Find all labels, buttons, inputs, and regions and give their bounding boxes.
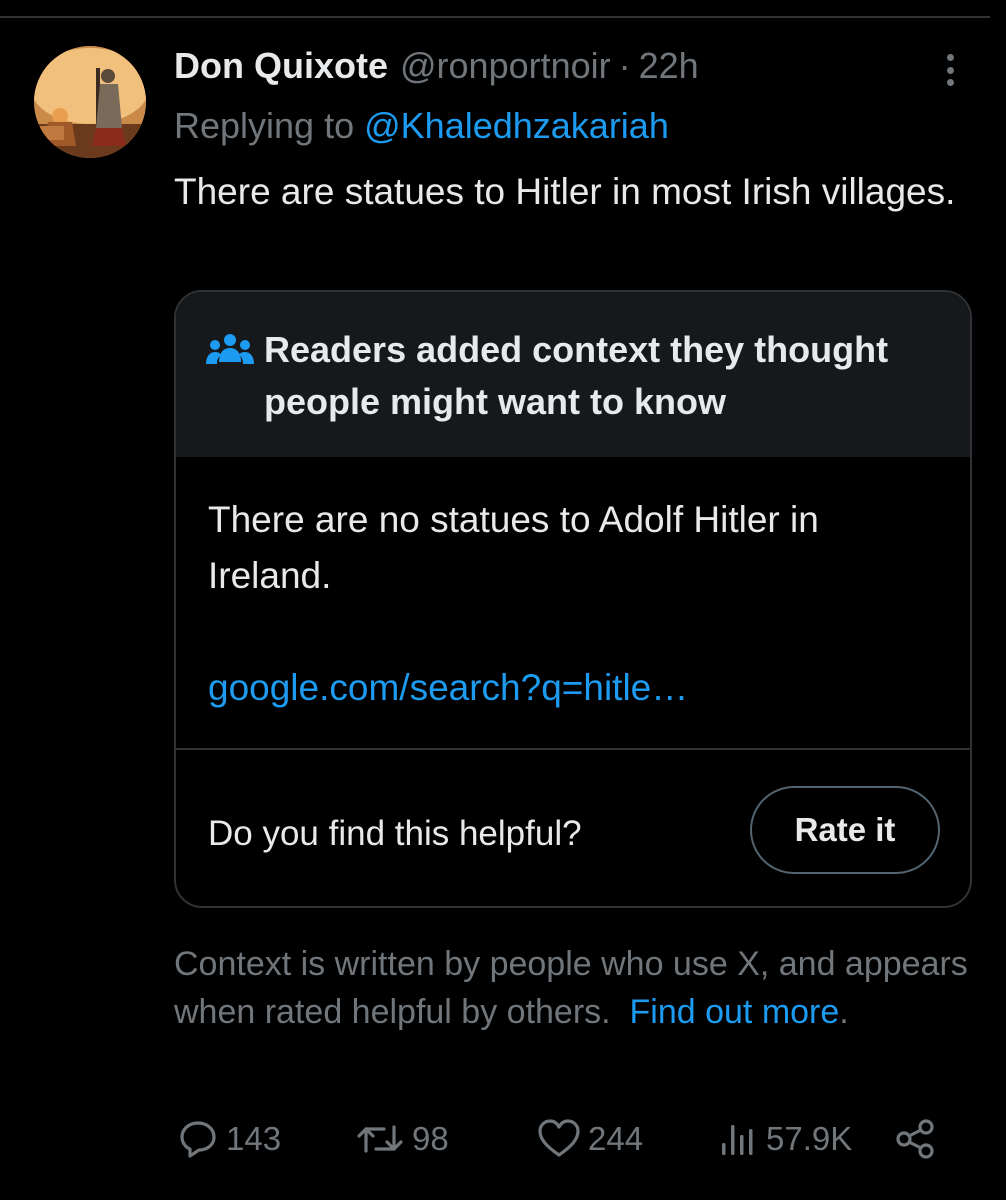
note-source-link[interactable]: google.com/search?q=hitle… <box>208 662 688 714</box>
note-title: Readers added context they thought peopl… <box>264 329 889 422</box>
context-info-text: Context is written by people who use X, … <box>174 945 968 1031</box>
note-header: Readers added context they thought peopl… <box>176 292 970 457</box>
reply-count: 143 <box>226 1120 282 1157</box>
tweet-actions: 143 98 244 57.9K <box>176 1114 946 1164</box>
replying-to-line: Replying to @Khaledhzakariah <box>174 104 669 148</box>
tweet-text: There are statues to Hitler in most Iris… <box>174 171 956 212</box>
views-icon <box>722 1125 753 1155</box>
share-button[interactable] <box>892 1114 940 1164</box>
reply-mention-link[interactable]: @Khaledhzakariah <box>364 105 669 146</box>
rate-it-button[interactable]: Rate it <box>750 786 940 874</box>
repost-count: 98 <box>412 1120 449 1157</box>
display-name[interactable]: Don Quixote <box>174 44 388 88</box>
reply-button[interactable]: 143 <box>176 1114 281 1164</box>
views-button[interactable]: 57.9K <box>716 1114 852 1164</box>
like-count: 244 <box>588 1120 644 1157</box>
like-button[interactable]: 244 <box>536 1114 643 1164</box>
repost-icon <box>357 1125 403 1153</box>
replying-prefix: Replying to <box>174 105 355 146</box>
helpful-question: Do you find this helpful? <box>208 814 582 853</box>
tweet-header: Don Quixote @ronportnoir · 22h <box>174 44 699 88</box>
share-icon <box>896 1119 934 1159</box>
context-info-trailing: . <box>839 993 849 1031</box>
separator-dot: · <box>618 45 631 86</box>
avatar-image <box>34 46 146 158</box>
note-body: There are no statues to Adolf Hitler in … <box>208 499 819 596</box>
heart-icon <box>538 1119 580 1157</box>
user-handle[interactable]: @ronportnoir <box>400 44 611 88</box>
top-divider <box>0 16 990 18</box>
views-count: 57.9K <box>766 1120 853 1157</box>
reply-icon <box>180 1121 216 1158</box>
timestamp[interactable]: 22h <box>639 44 699 88</box>
community-note-card: Readers added context they thought peopl… <box>174 290 972 908</box>
people-icon <box>206 334 254 364</box>
more-vertical-icon[interactable] <box>930 48 970 92</box>
repost-button[interactable]: 98 <box>354 1114 449 1164</box>
note-divider <box>176 748 970 750</box>
context-info: Context is written by people who use X, … <box>174 940 974 1036</box>
avatar[interactable] <box>34 46 146 158</box>
find-out-more-link[interactable]: Find out more <box>630 993 840 1031</box>
